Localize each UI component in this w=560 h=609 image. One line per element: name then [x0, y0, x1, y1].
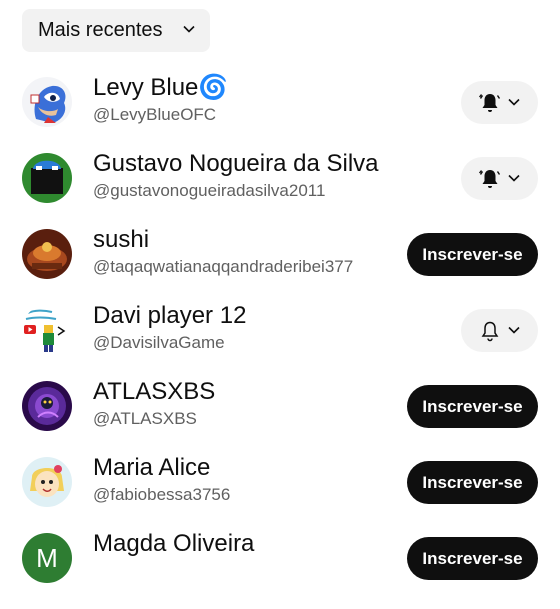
- notification-settings-button[interactable]: [461, 81, 538, 124]
- bell-filled-icon: [478, 170, 501, 188]
- channel-avatar[interactable]: [22, 457, 72, 507]
- subscribe-button[interactable]: Inscrever-se: [407, 537, 538, 580]
- subscribe-button[interactable]: Inscrever-se: [407, 233, 538, 276]
- channel-name[interactable]: sushi: [93, 226, 149, 254]
- channel-handle: @fabiobessa3756: [93, 485, 231, 504]
- chevron-down-icon: [183, 25, 195, 33]
- channel-avatar[interactable]: [22, 77, 72, 127]
- cyclone-emoji: 🌀: [198, 74, 229, 101]
- channel-name[interactable]: Magda Oliveira: [93, 530, 254, 558]
- channel-row[interactable]: Maria Alice @fabiobessa3756 Inscrever-se: [0, 454, 560, 533]
- notification-settings-button[interactable]: [461, 157, 538, 200]
- channel-handle: @DavisilvaGame: [93, 333, 225, 352]
- chevron-down-icon: [508, 174, 520, 182]
- channel-row[interactable]: Gustavo Nogueira da Silva @gustavonoguei…: [0, 150, 560, 229]
- chevron-down-icon: [508, 326, 520, 334]
- channel-row[interactable]: Levy Blue🌀 @LevyBlueOFC: [0, 74, 560, 153]
- avatar-letter: M: [36, 542, 58, 573]
- channel-handle: @taqaqwatianaqqandraderibei377: [93, 257, 354, 276]
- channel-name[interactable]: Levy Blue🌀: [93, 74, 228, 102]
- subscribe-button[interactable]: Inscrever-se: [407, 385, 538, 428]
- channel-row[interactable]: ATLASXBS @ATLASXBS Inscrever-se: [0, 378, 560, 457]
- channel-handle: @LevyBlueOFC: [93, 105, 217, 124]
- channel-name[interactable]: ATLASXBS: [93, 378, 215, 406]
- bell-outline-icon: [481, 321, 499, 342]
- channel-avatar[interactable]: [22, 381, 72, 431]
- chevron-down-icon: [508, 98, 520, 106]
- channel-avatar[interactable]: [22, 229, 72, 279]
- channel-handle: @ATLASXBS: [93, 409, 197, 428]
- channel-handle: @gustavonogueiradasilva2011: [93, 181, 326, 200]
- channel-avatar[interactable]: [22, 305, 72, 355]
- channel-row[interactable]: M Magda Oliveira Inscrever-se: [0, 530, 560, 609]
- channel-avatar[interactable]: M: [22, 533, 72, 583]
- bell-filled-icon: [478, 94, 501, 112]
- channel-name[interactable]: Davi player 12: [93, 302, 246, 330]
- subscribe-button[interactable]: Inscrever-se: [407, 461, 538, 504]
- channel-row[interactable]: Davi player 12 @DavisilvaGame: [0, 302, 560, 381]
- sort-dropdown[interactable]: Mais recentes: [22, 9, 210, 52]
- channel-avatar[interactable]: [22, 153, 72, 203]
- channel-name[interactable]: Gustavo Nogueira da Silva: [93, 150, 379, 178]
- notification-settings-button[interactable]: [461, 309, 538, 352]
- sort-label: Mais recentes: [38, 19, 163, 41]
- channel-name[interactable]: Maria Alice: [93, 454, 210, 482]
- channel-row[interactable]: sushi @taqaqwatianaqqandraderibei377 Ins…: [0, 226, 560, 305]
